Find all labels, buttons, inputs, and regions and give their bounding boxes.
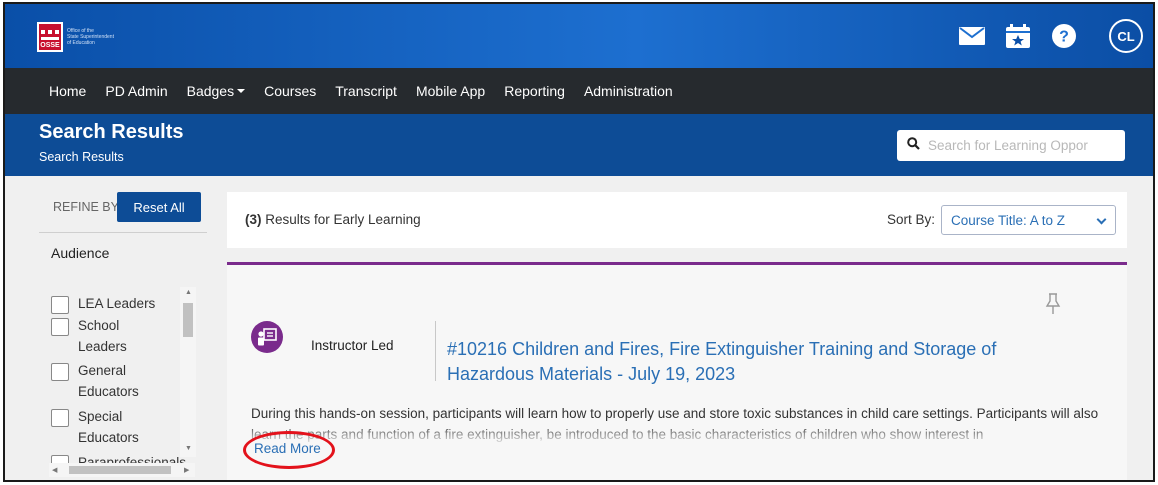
audience-item-special-educators[interactable]: Special Educators (51, 408, 148, 448)
divider (39, 232, 207, 233)
sort-label: Sort By: (887, 212, 936, 227)
description-fade (251, 425, 1111, 445)
checkbox[interactable] (51, 409, 69, 427)
audience-item-lea-leaders[interactable]: LEA Leaders (51, 295, 168, 314)
audience-heading: Audience (51, 245, 110, 261)
help-icon[interactable]: ? (1049, 21, 1079, 51)
nav-courses[interactable]: Courses (264, 83, 316, 99)
scroll-down-icon[interactable]: ▼ (185, 445, 192, 452)
nav-badges[interactable]: Badges (187, 83, 246, 99)
main-nav: Home PD Admin Badges Courses Transcript … (5, 68, 1153, 114)
audience-horizontal-scrollbar[interactable]: ◀ ▶ (49, 463, 195, 477)
checkbox[interactable] (51, 318, 69, 336)
calendar-star-icon[interactable] (1003, 21, 1033, 51)
chevron-down-icon (1096, 214, 1107, 225)
header-icons: ? CL (957, 4, 1153, 68)
user-avatar[interactable]: CL (1109, 19, 1143, 53)
refine-label: REFINE BY (53, 200, 117, 214)
results-count: (3) Results for Early Learning (245, 212, 421, 227)
sort-select[interactable]: Course Title: A to Z (941, 205, 1116, 235)
checkbox[interactable] (51, 363, 69, 381)
nav-pd-admin[interactable]: PD Admin (105, 83, 167, 99)
audience-item-general-educators[interactable]: General Educators (51, 362, 148, 402)
scroll-up-icon[interactable]: ▲ (185, 289, 192, 296)
audience-item-school-leaders[interactable]: School Leaders (51, 317, 148, 357)
title-band: Search Results Search Results (5, 114, 1153, 176)
nav-home[interactable]: Home (49, 83, 86, 99)
instructor-led-icon (251, 321, 283, 353)
search-input[interactable] (928, 138, 1108, 153)
audience-vertical-scrollbar[interactable]: ▲ ▼ (180, 287, 196, 457)
caret-down-icon (237, 89, 246, 93)
course-type-label: Instructor Led (311, 338, 394, 353)
nav-reporting[interactable]: Reporting (504, 83, 565, 99)
reset-all-button[interactable]: Reset All (117, 192, 201, 222)
svg-text:?: ? (1059, 29, 1069, 46)
scroll-thumb[interactable] (69, 466, 171, 474)
divider (435, 321, 436, 381)
page-title: Search Results (39, 121, 184, 143)
scroll-thumb[interactable] (183, 303, 193, 337)
course-card: Instructor Led #10216 Children and Fires… (227, 262, 1127, 480)
red-circle-annotation (243, 431, 335, 469)
results-header: (3) Results for Early Learning Sort By: … (227, 192, 1127, 248)
osse-logo[interactable]: OSSE Office of the State Superintendent … (37, 20, 149, 54)
osse-logo-mark: OSSE (37, 22, 63, 52)
refine-sidebar: REFINE BY Reset All Audience LEA Leaders… (39, 192, 209, 480)
pin-icon[interactable] (1045, 293, 1061, 320)
audience-list: LEA Leaders School Leaders General Educa… (39, 287, 199, 469)
search-box[interactable] (897, 130, 1125, 161)
search-icon[interactable] (907, 136, 920, 155)
course-title-link[interactable]: #10216 Children and Fires, Fire Extingui… (447, 337, 1047, 387)
scroll-right-icon[interactable]: ▶ (184, 466, 189, 474)
mail-icon[interactable] (957, 21, 987, 51)
breadcrumb[interactable]: Search Results (39, 150, 124, 164)
refine-row: REFINE BY Reset All (39, 192, 209, 222)
app-frame: OSSE Office of the State Superintendent … (3, 2, 1155, 482)
nav-transcript[interactable]: Transcript (335, 83, 397, 99)
scroll-left-icon[interactable]: ◀ (52, 466, 57, 474)
nav-administration[interactable]: Administration (584, 83, 673, 99)
logo-subtext: Office of the State Superintendent of Ed… (67, 28, 114, 46)
top-header: OSSE Office of the State Superintendent … (5, 4, 1153, 68)
nav-mobile-app[interactable]: Mobile App (416, 83, 485, 99)
checkbox[interactable] (51, 296, 69, 314)
logo-text: OSSE (40, 42, 60, 49)
